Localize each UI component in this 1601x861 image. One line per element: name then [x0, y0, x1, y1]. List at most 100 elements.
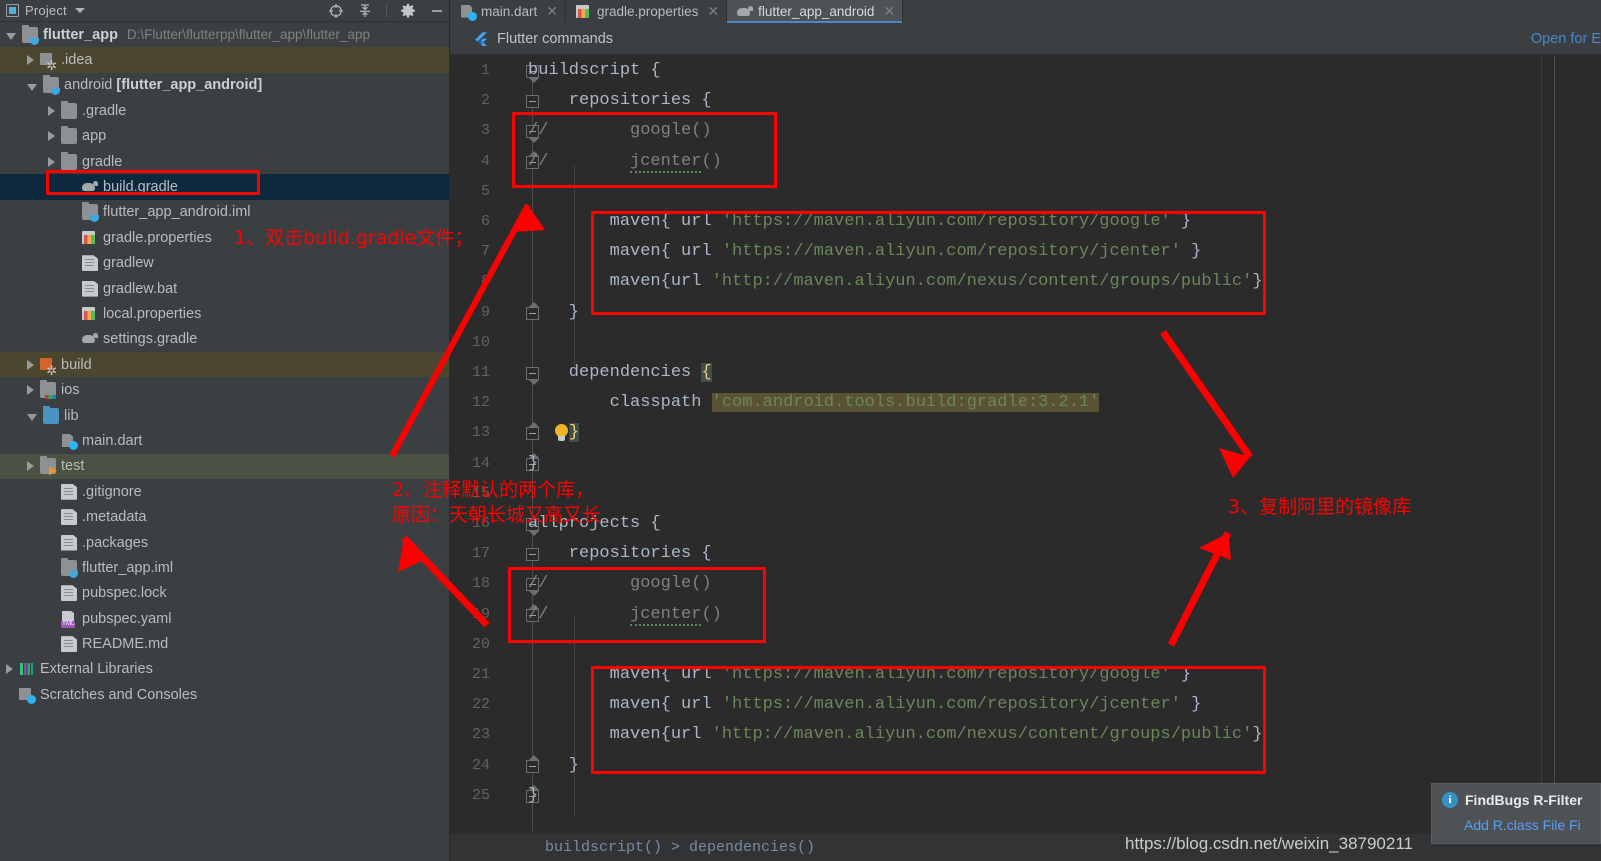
tree-row[interactable]: settings.gradle [0, 327, 449, 352]
breadcrumb: buildscript() > dependencies() [450, 833, 1601, 861]
tree-row[interactable]: ios [0, 377, 449, 402]
tree-row[interactable]: build [0, 352, 449, 378]
code-line[interactable]: 24 } [450, 751, 1601, 781]
expand-arrow-icon[interactable] [48, 156, 55, 167]
code-string: 'https://maven.aliyun.com/repository/goo… [721, 212, 1171, 231]
editor-tab[interactable]: flutter_app_android ✕ [727, 0, 904, 23]
expand-arrow-icon[interactable] [48, 131, 55, 142]
tree-row[interactable]: lib [0, 403, 449, 428]
code-line[interactable]: 16 allprojects { [450, 509, 1601, 539]
tree-row[interactable]: pubspec.yaml [0, 606, 449, 631]
expand-arrow-icon[interactable] [48, 105, 55, 116]
tree-row-label: test [61, 458, 85, 475]
code-line[interactable]: 5 [450, 177, 1601, 207]
code-text: repositories { [528, 91, 712, 111]
tree-row[interactable]: .gradle [0, 98, 449, 123]
collapse-all-icon[interactable] [357, 3, 373, 19]
tree-row[interactable]: .idea [0, 47, 449, 73]
code-line[interactable]: 8 maven{url 'http://maven.aliyun.com/nex… [450, 267, 1601, 297]
line-number: 14 [471, 454, 490, 472]
code-text: maven{ url 'https://maven.aliyun.com/rep… [528, 695, 1202, 715]
folder-blue-icon [43, 405, 59, 424]
text-file-icon [61, 636, 77, 653]
code-line[interactable]: 22 maven{ url 'https://maven.aliyun.com/… [450, 690, 1601, 720]
tree-row-label: README.md [82, 636, 169, 653]
locate-icon[interactable] [328, 3, 344, 19]
code-line[interactable]: 20 [450, 630, 1601, 660]
code-line[interactable]: 17 repositories { [450, 539, 1601, 569]
code-line[interactable]: 7 maven{ url 'https://maven.aliyun.com/r… [450, 237, 1601, 267]
code-string: 'http://maven.aliyun.com/nexus/content/g… [711, 272, 1253, 292]
tree-row[interactable]: build.gradle [0, 174, 449, 200]
code-line[interactable]: 1 buildscript { [450, 56, 1601, 86]
tree-row[interactable]: main.dart [0, 428, 449, 453]
expand-arrow-icon[interactable] [27, 55, 34, 66]
code-line[interactable]: 12 classpath 'com.android.tools.build:gr… [450, 388, 1601, 418]
expand-arrow-icon[interactable] [27, 461, 34, 472]
code-line[interactable]: 14} [450, 449, 1601, 479]
close-icon[interactable]: ✕ [707, 3, 719, 20]
dart-file-icon [61, 433, 78, 450]
gear-icon[interactable] [400, 3, 416, 19]
findbugs-notification[interactable]: i FindBugs R-Filter Add R.class File Fi [1431, 783, 1601, 844]
code-line[interactable]: 21 maven{ url 'https://maven.aliyun.com/… [450, 660, 1601, 690]
line-number: 19 [471, 605, 490, 623]
code-line[interactable]: 4 // jcenter() [450, 147, 1601, 177]
open-for-edit-link[interactable]: Open for E [1531, 31, 1601, 47]
code-line[interactable]: 9 } [450, 298, 1601, 328]
tree-row-label: build [61, 356, 92, 373]
code-line[interactable]: 11 dependencies { [450, 358, 1601, 388]
expand-arrow-open-icon[interactable] [27, 414, 37, 422]
folder-icon [61, 100, 77, 119]
code-line[interactable]: 19 // jcenter() [450, 600, 1601, 630]
tree-row[interactable]: app [0, 124, 449, 149]
tree-row[interactable]: flutter_app D:\Flutter\flutterpp\flutter_… [0, 22, 449, 47]
tree-row[interactable]: .packages [0, 530, 449, 555]
findbugs-title: FindBugs R-Filter [1465, 792, 1583, 808]
tree-row[interactable]: flutter_app.iml [0, 555, 449, 580]
line-number: 12 [471, 394, 490, 412]
tree-row[interactable]: flutter_app_android.iml [0, 200, 449, 225]
code-line[interactable]: 3 // google() [450, 116, 1601, 146]
code-line[interactable]: 13 } [450, 418, 1601, 448]
expand-arrow-open-icon[interactable] [27, 83, 37, 91]
tree-row[interactable]: gradle [0, 149, 449, 174]
code-line[interactable]: 2 repositories { [450, 86, 1601, 116]
tree-row[interactable]: Scratches and Consoles [0, 682, 449, 707]
code-line[interactable]: 15 [450, 479, 1601, 509]
close-icon[interactable]: ✕ [883, 3, 895, 20]
editor-tab[interactable]: main.dart ✕ [450, 0, 567, 23]
code-editor[interactable]: 1 buildscript {2 repositories {3 // google… [450, 56, 1601, 861]
tree-row[interactable]: test [0, 453, 449, 480]
tree-row[interactable]: local.properties [0, 301, 449, 326]
minimize-icon[interactable] [429, 3, 445, 19]
chevron-down-icon[interactable] [74, 8, 85, 13]
code-line[interactable]: 23 maven{url 'http://maven.aliyun.com/ne… [450, 720, 1601, 750]
tree-row[interactable]: gradlew.bat [0, 276, 449, 301]
code-line[interactable]: 10 [450, 328, 1601, 358]
tree-row[interactable]: README.md [0, 631, 449, 656]
line-number: 3 [480, 122, 490, 140]
expand-arrow-icon[interactable] [27, 385, 34, 396]
findbugs-action-link[interactable]: Add R.class File Fi [1464, 817, 1600, 833]
editor-right-gutter[interactable] [1541, 56, 1601, 861]
expand-arrow-icon[interactable] [27, 359, 34, 370]
expand-arrow-open-icon[interactable] [6, 33, 16, 41]
expand-arrow-icon[interactable] [6, 664, 13, 675]
code-line[interactable]: 18 // google() [450, 569, 1601, 599]
close-icon[interactable]: ✕ [546, 3, 558, 20]
tree-row[interactable]: android [flutter_app_android] [0, 73, 449, 98]
scrollbar-track[interactable] [1554, 56, 1555, 861]
tree-row[interactable]: .metadata [0, 504, 449, 529]
tree-row[interactable]: pubspec.lock [0, 581, 449, 606]
tree-row[interactable]: .gitignore [0, 479, 449, 504]
tree-row-label: flutter_app.iml [82, 559, 174, 576]
code-string: 'https://maven.aliyun.com/repository/goo… [721, 665, 1171, 684]
tree-row[interactable]: External Libraries [0, 657, 449, 682]
code-line[interactable]: 25} [450, 781, 1601, 811]
text-file-icon [61, 585, 77, 602]
editor-tab[interactable]: gradle.properties ✕ [566, 0, 728, 23]
tree-row[interactable]: gradlew [0, 251, 449, 276]
project-file-tree[interactable]: flutter_app D:\Flutter\flutterpp\flutter_… [0, 22, 449, 861]
code-line[interactable]: 6 maven{ url 'https://maven.aliyun.com/r… [450, 207, 1601, 237]
